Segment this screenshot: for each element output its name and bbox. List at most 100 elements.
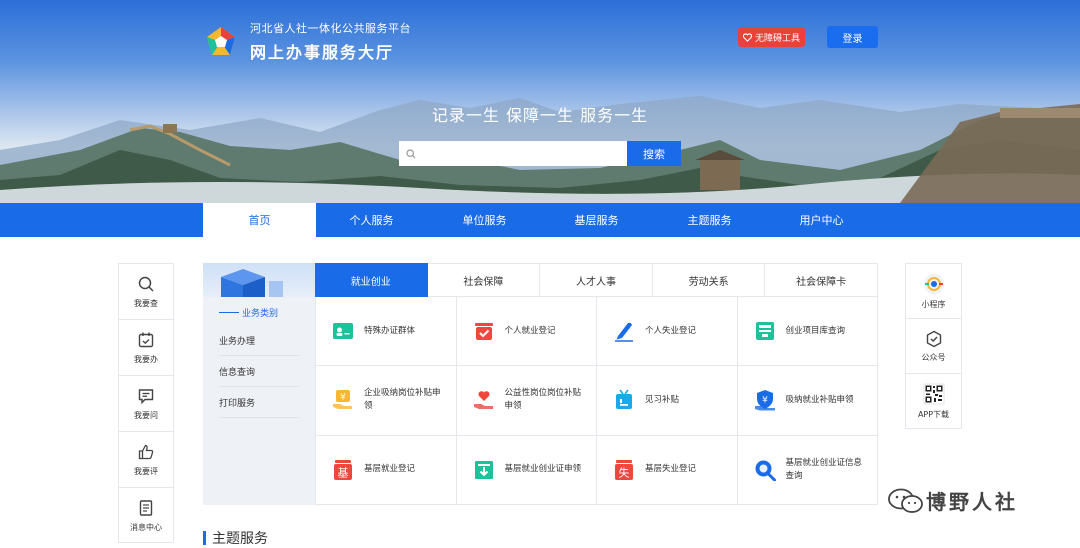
- svg-text:基: 基: [338, 466, 349, 479]
- service-label: 公益性岗位岗位补贴申领: [504, 388, 582, 412]
- calendar-check-icon: [138, 332, 154, 347]
- quick-ask-label: 我要问: [134, 410, 158, 420]
- heart-icon: [742, 32, 752, 42]
- svg-text:失: 失: [619, 466, 630, 479]
- nav-item-theme[interactable]: 主题服务: [653, 203, 766, 237]
- service-item[interactable]: 个人就业登记: [456, 297, 597, 367]
- inbox-check-icon: [474, 323, 493, 341]
- right-quick-bar: 小程序 公众号 APP下载: [905, 263, 962, 429]
- slogan: 记录一生 保障一生 服务一生: [431, 106, 649, 125]
- search-icon: [138, 276, 154, 292]
- search-input[interactable]: [420, 147, 615, 160]
- category-title: 业务类别: [219, 305, 315, 319]
- yen-hand-icon: ¥: [333, 390, 352, 410]
- login-button[interactable]: 登录: [827, 26, 878, 48]
- hero-banner: 河北省人社一体化公共服务平台 网上办事服务大厅 无障碍工具 登录 记录一生 保障…: [0, 0, 1080, 203]
- service-item[interactable]: 基层就业创业证信息查询: [737, 435, 878, 505]
- tab-social-security-card[interactable]: 社会保障卡: [765, 263, 878, 297]
- accessibility-button[interactable]: 无障碍工具: [738, 27, 805, 47]
- chat-icon: [138, 388, 154, 404]
- service-label: 个人就业登记: [504, 325, 556, 336]
- magnifier-icon: [755, 460, 776, 481]
- menu-item-query[interactable]: 信息查询: [219, 356, 299, 387]
- app-download[interactable]: APP下载: [906, 374, 961, 429]
- service-item[interactable]: 个人失业登记: [597, 297, 738, 367]
- quick-ask[interactable]: 我要问: [119, 376, 173, 432]
- left-quick-bar: 我要查 我要办 我要问 我要评 消息中心: [118, 263, 174, 543]
- mini-program[interactable]: 小程序: [906, 264, 961, 319]
- tab-talent-personnel[interactable]: 人才人事: [540, 263, 653, 297]
- service-item[interactable]: 公益性岗位岗位补贴申领: [456, 366, 597, 436]
- miniprogram-icon: [923, 273, 944, 294]
- site-brand[interactable]: 河北省人社一体化公共服务平台 网上办事服务大厅: [204, 20, 411, 63]
- download-box-icon: [474, 460, 493, 479]
- site-title: 网上办事服务大厅: [250, 43, 395, 62]
- main-nav: 首页 个人服务 单位服务 基层服务 主题服务 用户中心: [0, 203, 1080, 237]
- thumbs-up-icon: [138, 444, 154, 459]
- service-item[interactable]: ¥ 吸纳就业补贴申领: [737, 366, 878, 436]
- service-label: 个人失业登记: [645, 325, 697, 336]
- tab-employment[interactable]: 就业创业: [315, 263, 428, 297]
- section-title: 主题服务: [203, 528, 268, 548]
- quick-handle[interactable]: 我要办: [119, 320, 173, 376]
- mini-program-label: 小程序: [921, 299, 946, 309]
- shi-badge-icon: 失: [615, 459, 633, 480]
- service-item[interactable]: 基 基层就业登记: [316, 435, 457, 505]
- quick-query[interactable]: 我要查: [119, 264, 173, 320]
- archive-icon: [755, 322, 774, 341]
- menu-item-handle[interactable]: 业务办理: [219, 325, 299, 356]
- service-label: 吸纳就业补贴申领: [785, 394, 854, 405]
- section-title-text: 主题服务: [212, 531, 268, 547]
- service-tabs: 就业创业 社会保障 人才人事 劳动关系 社会保障卡: [315, 263, 878, 297]
- cube-illustration-icon: [221, 269, 283, 297]
- watermark-text: 博野人社: [926, 490, 1018, 514]
- service-item[interactable]: 基层就业创业证申领: [456, 435, 597, 505]
- nav-item-home[interactable]: 首页: [203, 203, 316, 237]
- service-label: 见习补贴: [645, 394, 680, 405]
- service-label: 基层就业创业证申领: [504, 464, 582, 475]
- service-item[interactable]: 特殊办证群体: [316, 297, 457, 367]
- nav-item-user-center[interactable]: 用户中心: [765, 203, 878, 237]
- document-icon: [139, 500, 153, 516]
- svg-text:¥: ¥: [340, 393, 346, 403]
- service-label: 基层失业登记: [645, 464, 697, 475]
- quick-messages-label: 消息中心: [130, 523, 162, 532]
- search-button[interactable]: 搜索: [627, 141, 681, 166]
- service-label: 特殊办证群体: [364, 325, 416, 336]
- nav-item-employer[interactable]: 单位服务: [428, 203, 541, 237]
- app-download-label: APP下载: [917, 410, 950, 419]
- quick-handle-label: 我要办: [134, 354, 158, 364]
- service-grid: 特殊办证群体 个人就业登记 个人失业登记 创业项目库查询 ¥ 企业吸纳岗位补贴申…: [315, 297, 878, 505]
- nav-item-grassroots[interactable]: 基层服务: [540, 203, 653, 237]
- category-banner: [203, 263, 315, 297]
- tab-labor-relations[interactable]: 劳动关系: [652, 263, 766, 297]
- service-item[interactable]: ¥ 企业吸纳岗位补贴申领: [316, 366, 457, 436]
- service-item[interactable]: 失 基层失业登记: [597, 435, 738, 505]
- pen-icon: [615, 322, 633, 342]
- menu-item-print[interactable]: 打印服务: [219, 387, 299, 418]
- heart-hand-icon: [473, 391, 493, 410]
- service-item[interactable]: 见习补贴: [597, 366, 738, 436]
- search-icon: [406, 148, 416, 158]
- logo-icon: [207, 26, 235, 55]
- ji-badge-icon: 基: [334, 459, 352, 480]
- qrcode-icon: [923, 383, 944, 405]
- search-box[interactable]: [399, 141, 627, 166]
- service-item[interactable]: 创业项目库查询: [737, 297, 878, 367]
- tab-social-security[interactable]: 社会保障: [427, 263, 541, 297]
- official-account-icon: [926, 330, 941, 347]
- service-label: 基层就业创业证信息查询: [785, 457, 863, 481]
- id-card-icon: [333, 323, 353, 340]
- official-account-label: 公众号: [921, 352, 946, 362]
- service-label: 创业项目库查询: [785, 325, 846, 336]
- section-accent-bar: [203, 531, 206, 545]
- official-account[interactable]: 公众号: [906, 319, 961, 374]
- accessibility-label: 无障碍工具: [754, 33, 800, 44]
- quick-rate[interactable]: 我要评: [119, 432, 173, 488]
- service-label: 基层就业登记: [364, 464, 416, 475]
- quick-messages[interactable]: 消息中心: [119, 488, 173, 544]
- org-line: 河北省人社一体化公共服务平台: [250, 22, 411, 35]
- watermark: 博野人社: [886, 486, 1018, 515]
- nav-item-personal[interactable]: 个人服务: [315, 203, 428, 237]
- svg-text:¥: ¥: [762, 396, 768, 406]
